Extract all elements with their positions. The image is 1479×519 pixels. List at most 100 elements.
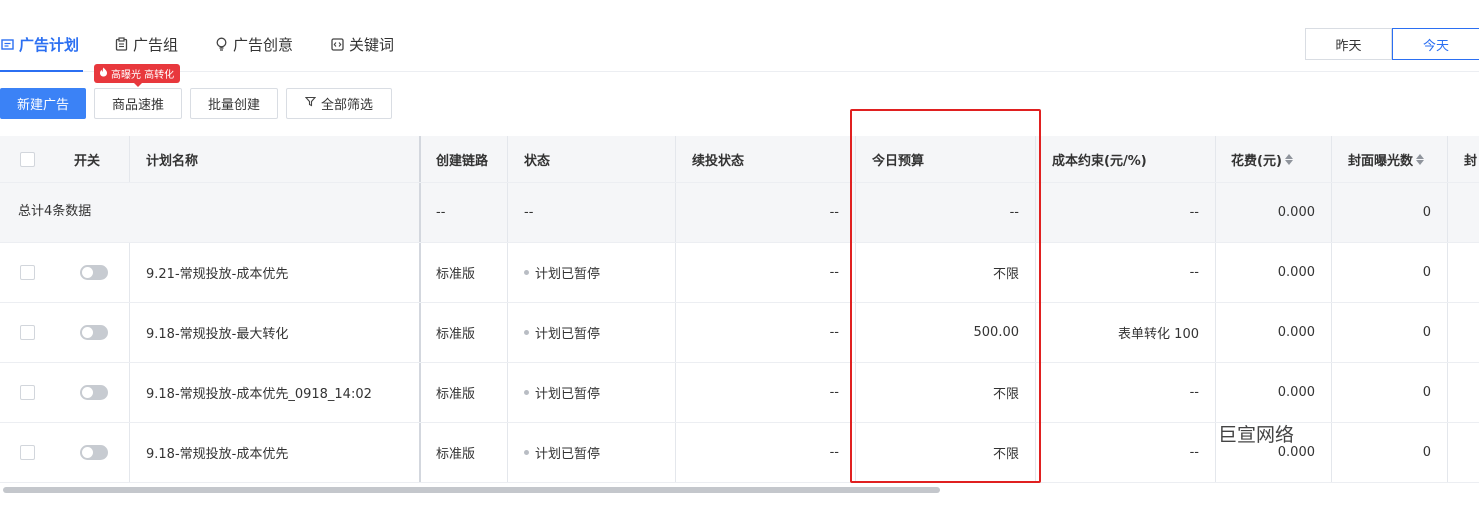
tab-keywords[interactable]: 关键词 — [330, 33, 394, 55]
today-button[interactable]: 今天 — [1392, 28, 1479, 60]
total-chain: -- — [436, 205, 446, 220]
cost-limit-cell: -- — [1189, 385, 1199, 400]
status-text: 计划已暂停 — [535, 387, 601, 402]
row-checkbox[interactable] — [20, 423, 35, 482]
status-text: 计划已暂停 — [535, 267, 601, 282]
batch-create-button[interactable]: 批量创建 — [190, 88, 278, 119]
hot-badge: 高曝光 高转化 — [94, 64, 181, 87]
status-cell: 计划已暂停 — [524, 363, 600, 422]
plan-name[interactable]: 9.18-常规投放-成本优先 — [146, 423, 288, 482]
new-ad-button[interactable]: 新建广告 — [0, 88, 86, 119]
header-switch: 开关 — [74, 153, 101, 169]
tab-label: 广告计划 — [19, 35, 80, 54]
table-row: 9.18-常规投放-最大转化 标准版 计划已暂停 -- 500.00 表单转化 … — [0, 303, 1479, 363]
yesterday-button[interactable]: 昨天 — [1305, 28, 1392, 60]
cover-exposure-cell: 0 — [1422, 385, 1431, 400]
tab-ad-group[interactable]: 广告组 — [114, 33, 178, 55]
table-header-row: 开关 计划名称 创建链路 状态 续投状态 今日预算 成本约束(元/%) 花费(元… — [0, 136, 1479, 183]
spend-cell: 0.000 — [1277, 325, 1315, 340]
all-filter-button[interactable]: 全部筛选 — [286, 88, 392, 119]
table-row: 9.18-常规投放-成本优先_0918_14:02 标准版 计划已暂停 -- 不… — [0, 363, 1479, 423]
renew-cell: -- — [829, 265, 839, 280]
tab-label: 广告创意 — [233, 35, 294, 54]
budget-cell: 不限 — [992, 447, 1019, 462]
status-dot — [524, 450, 529, 455]
all-filter-label: 全部筛选 — [320, 98, 373, 113]
bulb-icon — [214, 37, 228, 51]
row-toggle[interactable] — [80, 363, 108, 422]
header-cover-exposure[interactable]: 封面曝光数 — [1348, 136, 1425, 182]
top-tab-bar: 广告计划 广告组 广告创意 关键词 — [0, 0, 1479, 72]
renew-cell: -- — [829, 325, 839, 340]
chain-cell: 标准版 — [436, 267, 476, 282]
clipboard-icon — [114, 37, 128, 51]
chain-cell: 标准版 — [436, 327, 476, 342]
plan-name[interactable]: 9.18-常规投放-成本优先_0918_14:02 — [146, 363, 372, 422]
header-spend[interactable]: 花费(元) — [1231, 136, 1293, 182]
total-cost-limit: -- — [1189, 205, 1199, 220]
sort-icon — [1416, 153, 1425, 165]
watermark-text: 巨宣网络 — [1218, 424, 1295, 446]
tab-label: 广告组 — [133, 35, 179, 54]
total-cover-exposure: 0 — [1422, 205, 1431, 220]
cover-exposure-cell: 0 — [1422, 445, 1431, 460]
code-icon — [330, 37, 344, 51]
status-cell: 计划已暂停 — [524, 243, 600, 302]
total-spend: 0.000 — [1277, 205, 1315, 220]
total-renew: -- — [829, 205, 839, 220]
row-toggle[interactable] — [80, 303, 108, 362]
cost-limit-cell: -- — [1189, 445, 1199, 460]
total-status: -- — [524, 205, 534, 220]
header-status: 状态 — [524, 153, 551, 169]
total-budget: -- — [1009, 205, 1019, 220]
header-cover-exposure-label: 封面曝光数 — [1348, 153, 1414, 169]
header-budget: 今日预算 — [872, 153, 925, 169]
day-switch: 昨天 今天 — [1305, 28, 1479, 60]
renew-cell: -- — [829, 385, 839, 400]
row-checkbox[interactable] — [20, 243, 35, 302]
renew-cell: -- — [829, 445, 839, 460]
tab-ad-creative[interactable]: 广告创意 — [214, 33, 293, 55]
row-checkbox[interactable] — [20, 303, 35, 362]
chain-cell: 标准版 — [436, 387, 476, 402]
status-cell: 计划已暂停 — [524, 423, 600, 482]
tab-label: 关键词 — [349, 35, 395, 54]
sort-icon — [1284, 153, 1293, 165]
cover-exposure-cell: 0 — [1422, 265, 1431, 280]
budget-cell: 不限 — [992, 267, 1019, 282]
active-tab-indicator — [0, 70, 83, 72]
tab-ad-plan[interactable]: 广告计划 — [0, 33, 79, 55]
header-name: 计划名称 — [146, 153, 199, 169]
header-spend-label: 花费(元) — [1231, 153, 1282, 169]
plan-name[interactable]: 9.21-常规投放-成本优先 — [146, 243, 288, 302]
table-row: 9.21-常规投放-成本优先 标准版 计划已暂停 -- 不限 -- 0.000 … — [0, 243, 1479, 303]
status-dot — [524, 270, 529, 275]
header-chain: 创建链路 — [436, 153, 489, 169]
row-checkbox[interactable] — [20, 363, 35, 422]
product-push-button[interactable]: 商品速推 — [94, 88, 182, 119]
status-dot — [524, 390, 529, 395]
status-dot — [524, 330, 529, 335]
budget-cell: 不限 — [992, 387, 1019, 402]
status-text: 计划已暂停 — [535, 447, 601, 462]
row-toggle[interactable] — [80, 243, 108, 302]
spend-cell: 0.000 — [1277, 265, 1315, 280]
row-toggle[interactable] — [80, 423, 108, 482]
fire-icon — [99, 67, 108, 80]
spend-cell: 0.000 — [1277, 385, 1315, 400]
header-renew-status: 续投状态 — [692, 153, 745, 169]
status-text: 计划已暂停 — [535, 327, 601, 342]
plan-name[interactable]: 9.18-常规投放-最大转化 — [146, 303, 288, 362]
cost-limit-cell: 表单转化 100 — [1118, 327, 1199, 342]
scrollbar-thumb[interactable] — [3, 487, 940, 493]
cost-limit-cell: -- — [1189, 265, 1199, 280]
select-all-checkbox[interactable] — [20, 136, 35, 182]
hot-badge-text: 高曝光 高转化 — [111, 70, 175, 81]
filter-icon — [304, 96, 317, 111]
status-cell: 计划已暂停 — [524, 303, 600, 362]
total-label: 总计4条数据 — [18, 203, 92, 219]
plan-icon — [0, 37, 14, 51]
header-more: 封 — [1464, 153, 1478, 169]
chain-cell: 标准版 — [436, 447, 476, 462]
budget-cell: 500.00 — [973, 325, 1020, 340]
